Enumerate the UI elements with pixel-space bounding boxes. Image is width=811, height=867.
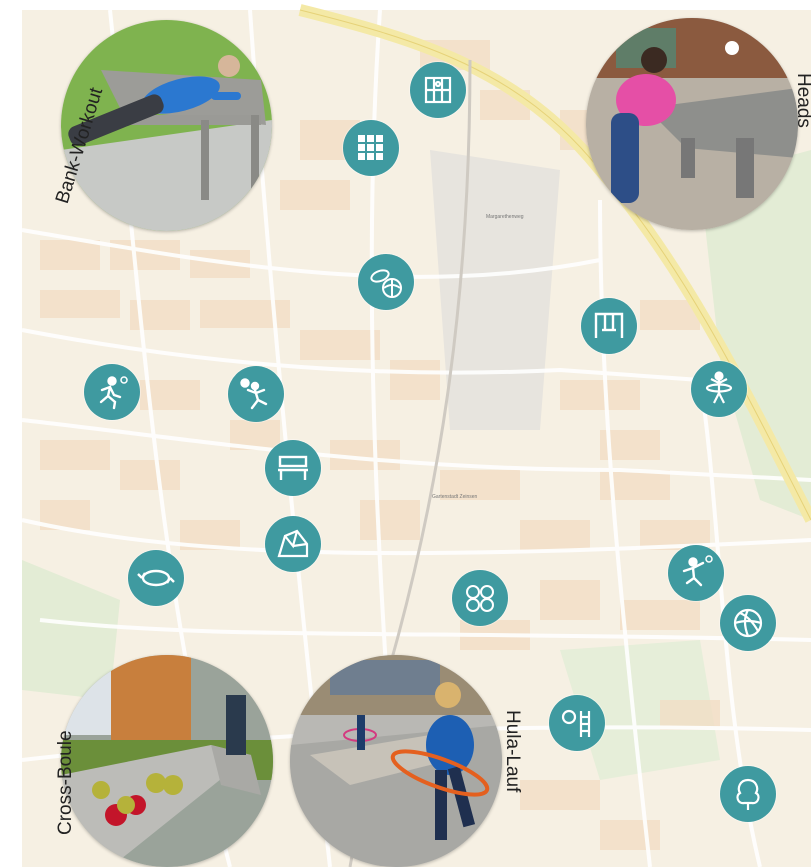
station-frisbee-ball[interactable] [358, 254, 414, 310]
station-running[interactable] [84, 364, 140, 420]
station-climbing-ladder[interactable] [410, 62, 466, 118]
station-hula-hoop[interactable] [691, 361, 747, 417]
place-label: Margarethenweg [486, 214, 524, 220]
climbing-wall-icon [358, 135, 383, 160]
station-boulder[interactable] [265, 516, 321, 572]
catching-person-icon [682, 555, 713, 587]
photo-hula-lauf[interactable] [290, 655, 502, 867]
station-volleyball[interactable] [720, 595, 776, 651]
district-label: Gartenstadt Zeinsen [432, 494, 478, 500]
frisbee-and-ball-icon [370, 269, 402, 298]
caption-hula-lauf: Hula-Lauf [502, 710, 523, 793]
station-tree[interactable] [720, 766, 776, 822]
running-person-icon [99, 376, 128, 410]
tree-icon [736, 778, 760, 810]
station-ball-ladder[interactable] [549, 695, 605, 751]
caption-table-tennis: Heads [793, 73, 811, 128]
table-tennis-photo [586, 18, 798, 230]
volleyball-player-icon [240, 378, 268, 410]
boule-balls-icon [466, 585, 494, 612]
station-catching[interactable] [668, 545, 724, 601]
ball-and-ladder-icon [561, 709, 591, 737]
hula-lauf-photo [290, 655, 502, 867]
station-swing[interactable] [581, 298, 637, 354]
photo-cross-boule[interactable] [61, 655, 273, 867]
station-ring-rotation[interactable] [128, 550, 184, 606]
station-volleyball-player[interactable] [228, 366, 284, 422]
cross-boule-photo [61, 655, 273, 867]
ring-rotation-icon [137, 569, 175, 587]
station-climbing-wall[interactable] [343, 120, 399, 176]
station-bench[interactable] [265, 440, 321, 496]
bench-icon [278, 455, 308, 480]
boulder-rock-icon [277, 529, 309, 558]
photo-table-tennis[interactable] [586, 18, 798, 230]
station-boule[interactable] [452, 570, 508, 626]
hula-hoop-person-icon [705, 371, 733, 404]
volleyball-icon [733, 608, 763, 638]
caption-cross-boule: Cross-Boule [55, 730, 76, 835]
climbing-ladder-icon [424, 76, 452, 104]
swing-icon [594, 312, 624, 338]
